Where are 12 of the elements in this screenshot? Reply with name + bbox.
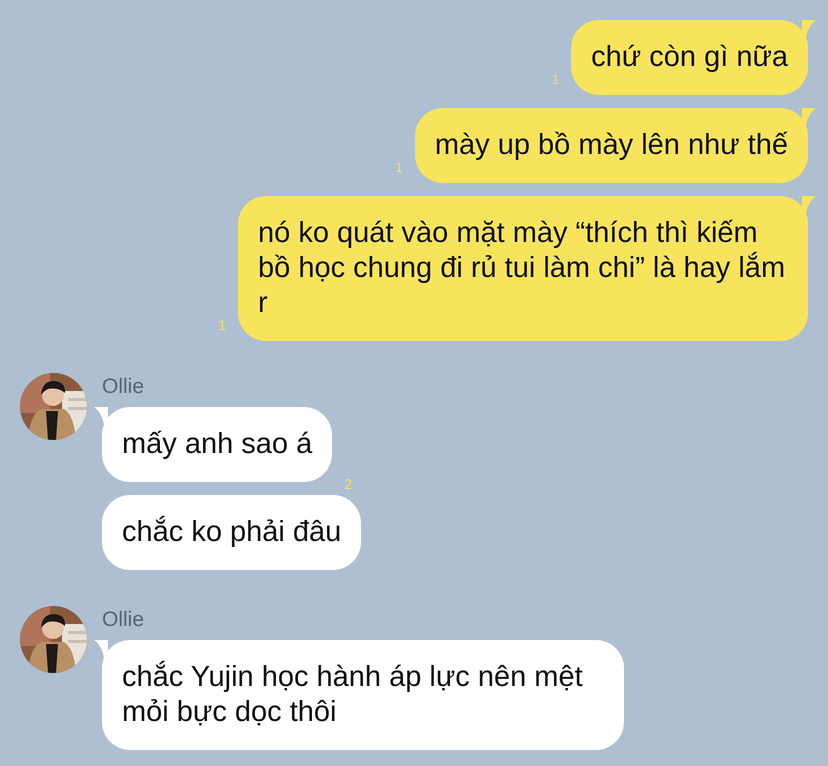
read-count: 2 [344, 476, 352, 492]
sender-name: Ollie [102, 375, 146, 399]
bubble-tail [94, 640, 108, 658]
message-bubble: chắc ko phải đâu [102, 495, 362, 570]
sender-name: Ollie [102, 608, 146, 632]
read-count: 1 [551, 71, 560, 87]
bubble-tail [94, 407, 108, 425]
bubble-tail [802, 20, 816, 38]
read-count: 1 [218, 317, 226, 333]
read-count: 1 [395, 159, 403, 175]
bubble-tail [802, 196, 816, 214]
bubble-tail [802, 108, 816, 126]
